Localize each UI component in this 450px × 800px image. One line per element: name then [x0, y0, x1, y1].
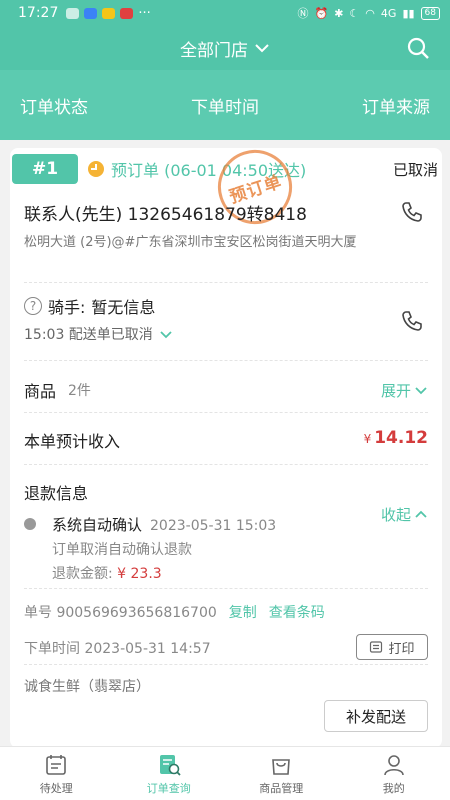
- bluetooth-icon: ✱: [334, 6, 344, 20]
- alarm-icon: ⏰: [314, 6, 329, 20]
- refund-desc: 订单取消自动确认退款: [52, 542, 192, 558]
- divider: [24, 282, 428, 283]
- goods-label: 商品: [24, 382, 57, 401]
- system-icons: Ⓝ ⏰ ✱ ☾ ◠ 4G ▮▮ 68: [297, 5, 440, 21]
- status-bar: 17:27 ··· Ⓝ ⏰ ✱ ☾ ◠ 4G ▮▮ 68: [0, 0, 450, 26]
- copy-button[interactable]: 复制: [229, 602, 257, 622]
- tab-label: 待处理: [39, 781, 73, 795]
- tab-order-search[interactable]: 订单查询: [113, 747, 226, 800]
- order-no-label: 单号: [24, 605, 52, 621]
- store-select[interactable]: 全部门店: [180, 36, 270, 61]
- divider: [24, 360, 428, 361]
- delivery-status-text: 15:03 配送单已取消: [24, 327, 153, 343]
- divider: [24, 588, 428, 589]
- income-value: ¥14.12: [363, 428, 428, 448]
- app-notification-icon: [120, 7, 134, 19]
- contact-info: 联系人(先生) 13265461879转8418: [24, 205, 307, 225]
- signal-icon: ▮▮: [402, 6, 415, 20]
- filter-order-source[interactable]: 订单来源: [362, 93, 430, 118]
- divider: [24, 464, 428, 465]
- nfc-icon: Ⓝ: [297, 7, 309, 20]
- tab-goods-management[interactable]: 商品管理: [225, 747, 338, 800]
- expand-goods-button[interactable]: 展开: [381, 380, 428, 401]
- phone-icon[interactable]: [400, 200, 424, 224]
- chevron-down-icon: [415, 386, 427, 394]
- rider-info: ? 骑手: 暂无信息: [24, 294, 428, 318]
- delivery-status[interactable]: 15:03 配送单已取消: [24, 324, 428, 344]
- goods-count: 2件: [68, 383, 91, 399]
- search-icon[interactable]: [406, 36, 430, 60]
- income-label: 本单预计收入: [24, 432, 121, 451]
- app-notification-icon: [102, 7, 116, 19]
- timeline-dot: [24, 518, 36, 530]
- calendar-icon: [46, 754, 67, 775]
- rider-label: 骑手:: [48, 298, 86, 317]
- tab-label: 订单查询: [146, 781, 191, 795]
- printer-icon: [370, 641, 383, 653]
- tab-label: 我的: [382, 781, 405, 795]
- user-icon: [383, 754, 404, 775]
- filter-order-time[interactable]: 下单时间: [191, 93, 259, 118]
- divider: [24, 412, 428, 413]
- app-notification-icon: [84, 7, 98, 19]
- tab-pending[interactable]: 待处理: [0, 747, 113, 800]
- refund-timeline: 系统自动确认 2023-05-31 15:03 订单取消自动确认退款 退款金额: …: [24, 514, 428, 583]
- view-barcode-button[interactable]: 查看条码: [269, 602, 325, 622]
- store-select-label: 全部门店: [180, 40, 248, 61]
- notification-icons: ···: [66, 5, 151, 21]
- order-search-icon: [159, 754, 181, 776]
- app-header: 17:27 ··· Ⓝ ⏰ ✱ ☾ ◠ 4G ▮▮ 68 全部门店 订单状态 下…: [0, 0, 450, 140]
- order-index-badge: #1: [12, 154, 78, 184]
- tab-mine[interactable]: 我的: [338, 747, 450, 800]
- resend-delivery-button[interactable]: 补发配送: [324, 700, 428, 732]
- order-status-badge: 已取消: [392, 161, 438, 179]
- filter-bar: 订单状态 下单时间 订单来源: [0, 70, 450, 140]
- goods-row: 商品 2件 展开: [24, 378, 428, 402]
- top-bar: 全部门店: [0, 26, 450, 70]
- filter-order-status[interactable]: 订单状态: [20, 93, 88, 118]
- order-card[interactable]: #1 预订单 (06-01 04:50送达) 预订单 已取消 联系人(先生) 1…: [10, 148, 442, 748]
- chevron-down-icon: [160, 330, 172, 338]
- help-icon: ?: [24, 297, 42, 315]
- rider-value: 暂无信息: [91, 298, 156, 317]
- divider: [24, 664, 428, 665]
- refund-header: 退款信息 收起: [24, 480, 428, 524]
- refund-time: 2023-05-31 15:03: [150, 518, 277, 534]
- order-number-row: 单号 900569693656816700 复制 查看条码: [24, 602, 428, 622]
- delivery-address: 松明大道 (2号)@#广东省深圳市宝安区松岗街道天明大厦: [24, 235, 357, 250]
- chevron-down-icon: [255, 44, 269, 53]
- refund-event: 系统自动确认 2023-05-31 15:03: [52, 516, 277, 534]
- print-button[interactable]: 打印: [356, 634, 428, 660]
- bag-icon: [272, 758, 291, 775]
- network-type: 4G: [380, 6, 397, 20]
- tab-label: 商品管理: [259, 781, 304, 795]
- battery-icon: 68: [420, 6, 440, 20]
- app-notification-icon: [66, 7, 80, 19]
- refund-amount: 退款金额: ¥ 23.3: [52, 566, 162, 582]
- wifi-icon: ◠: [365, 6, 375, 20]
- refund-title: 退款信息: [24, 484, 89, 503]
- order-time-label: 下单时间: [24, 641, 80, 657]
- more-notifications-icon: ···: [138, 5, 151, 21]
- clock-icon: [88, 161, 104, 177]
- income-row: 本单预计收入 ¥14.12: [24, 428, 428, 452]
- moon-icon: ☾: [349, 6, 360, 20]
- bottom-tab-bar: 待处理 订单查询 商品管理 我的: [0, 746, 450, 800]
- order-no: 900569693656816700: [56, 605, 217, 621]
- store-name: 诚食生鲜（翡翠店）: [24, 679, 150, 695]
- order-time: 2023-05-31 14:57: [84, 641, 211, 657]
- status-time: 17:27: [18, 5, 59, 21]
